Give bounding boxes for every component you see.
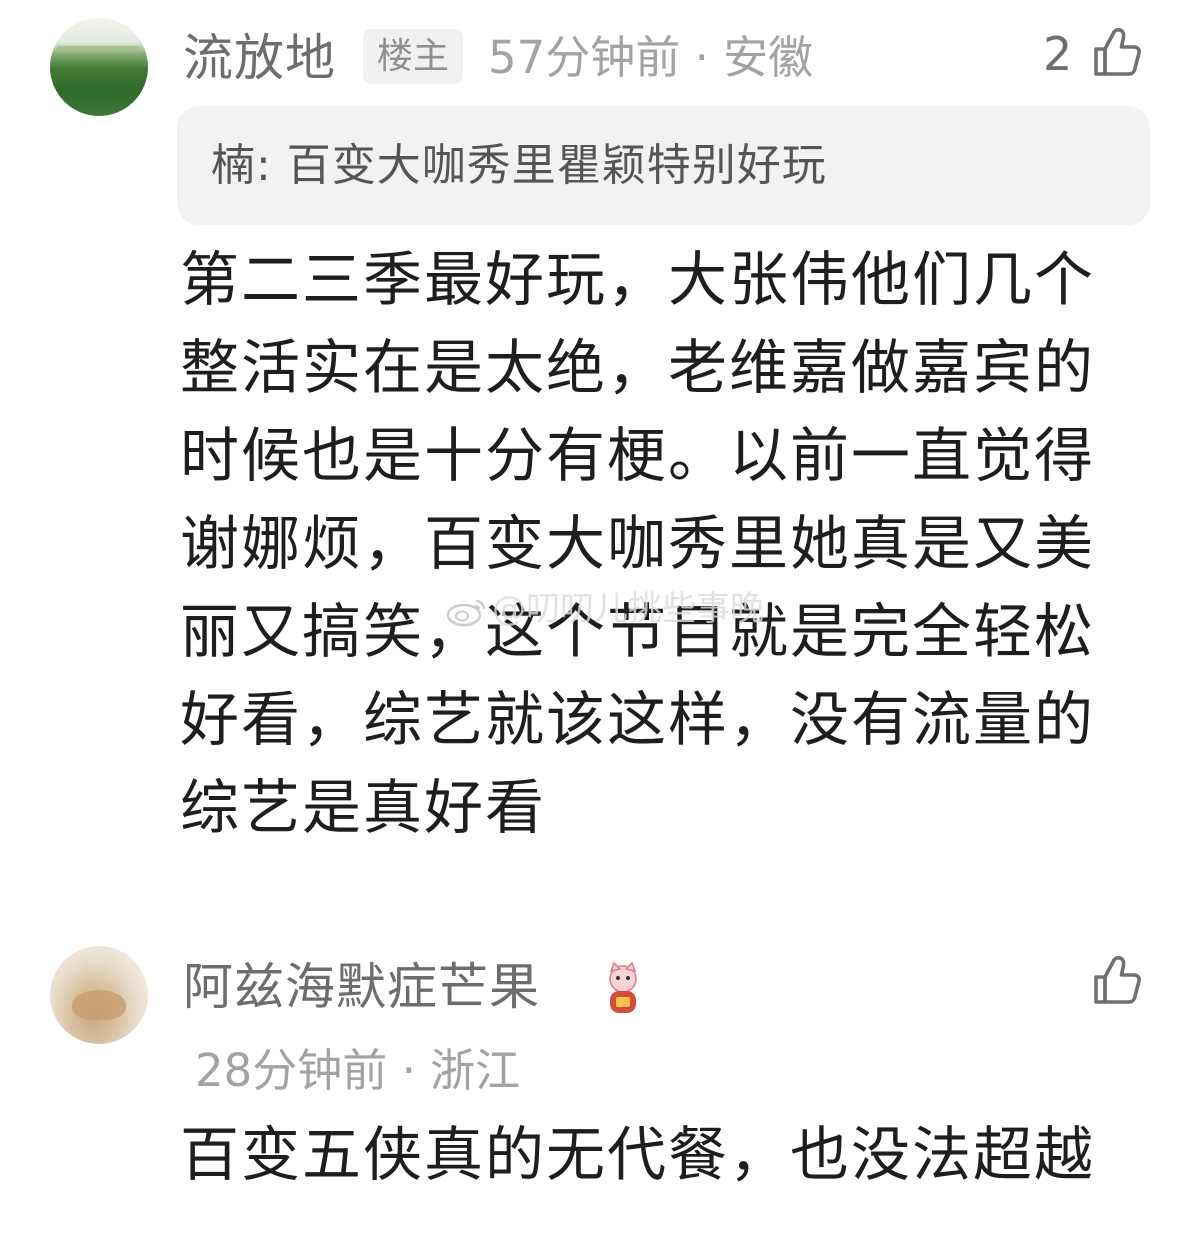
username[interactable]: 流放地: [183, 33, 336, 83]
username[interactable]: 阿兹海默症芒果: [183, 962, 540, 1012]
lucky-cat-emoji-icon: [609, 961, 637, 1013]
comment-content: 百变五侠真的无代餐，也没法超越: [180, 1120, 1096, 1189]
op-badge: 楼主: [363, 29, 463, 84]
reply-quote[interactable]: 楠: 百变大咖秀里瞿颖特别好玩: [177, 106, 1150, 225]
comment-content: 第二三季最好玩，大张伟他们几个整活实在是太绝，老维嘉做嘉宾的时候也是十分有梗。以…: [180, 245, 1096, 842]
thumbs-up-icon[interactable]: [1090, 25, 1146, 81]
like-count: 2: [1043, 27, 1073, 81]
comment-item: 流放地 楼主 57分钟前 · 安徽 2 楠: 百变大咖秀里瞿颖特别好玩 第二三季…: [0, 0, 1200, 880]
user-avatar[interactable]: [50, 18, 148, 116]
thumbs-up-icon[interactable]: [1090, 953, 1146, 1009]
comment-item: 阿兹海默症芒果 28分钟前 · 浙江 百变五侠真的无代餐，也没法超越: [0, 935, 1200, 1239]
quote-text: 楠: 百变大咖秀里瞿颖特别好玩: [211, 140, 827, 191]
user-avatar[interactable]: [50, 946, 148, 1044]
comment-meta: 28分钟前 · 浙江: [195, 1044, 521, 1097]
comment-meta: 57分钟前 · 安徽: [488, 31, 814, 84]
